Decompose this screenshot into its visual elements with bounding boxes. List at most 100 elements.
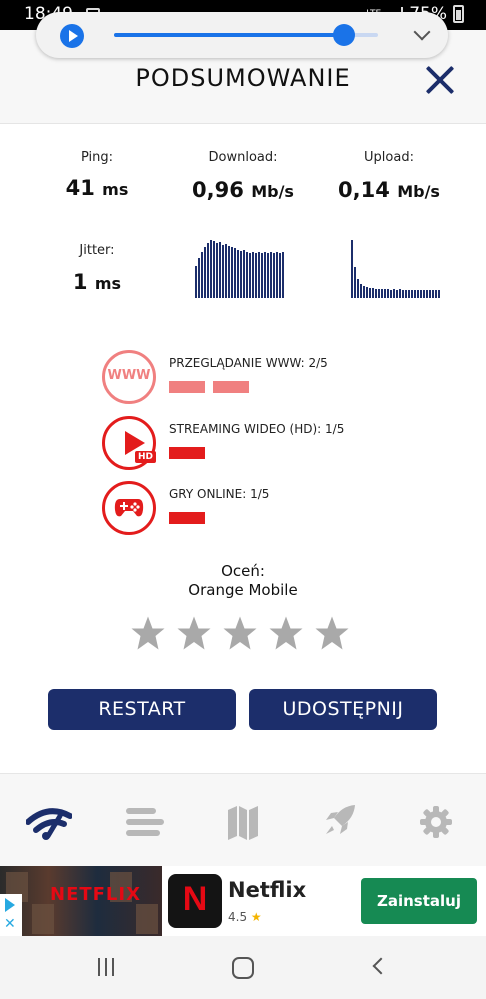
star-icon[interactable] [130, 615, 166, 651]
graph-bar [378, 288, 380, 298]
graph-bar [204, 247, 206, 298]
ad-app-rating: 4.5 ★ [228, 910, 262, 924]
rating-stars [130, 615, 350, 651]
home-icon[interactable] [232, 957, 254, 979]
media-seek-slider[interactable] [114, 24, 378, 46]
quality-item-games: GRY ONLINE: 1/5 [102, 481, 402, 537]
star-icon[interactable] [314, 615, 350, 651]
graph-bar [273, 252, 275, 298]
share-button[interactable]: UDOSTĘPNIJ [249, 689, 437, 730]
graph-bar [417, 289, 419, 298]
graph-bar [360, 283, 362, 298]
quality-score-bar [169, 512, 205, 524]
page-title: PODSUMOWANIE [135, 64, 351, 92]
quality-score-bars [169, 512, 205, 524]
back-icon[interactable] [372, 957, 390, 975]
graph-bar [351, 240, 353, 298]
graph-bar [426, 289, 428, 298]
system-navigation-bar [0, 936, 486, 999]
graph-bar [420, 289, 422, 298]
jitter-label: Jitter: [79, 243, 115, 258]
graph-bar [405, 289, 407, 298]
upload-unit: Mb/s [397, 182, 440, 201]
chevron-down-icon[interactable] [413, 23, 431, 41]
graph-bar [201, 251, 203, 298]
netflix-logo: N [168, 874, 222, 928]
operator-name: Orange Mobile [188, 581, 298, 599]
graph-bar [384, 288, 386, 298]
ad-app-name: Netflix [228, 878, 307, 902]
graph-bar [216, 243, 218, 298]
recents-icon[interactable] [98, 958, 114, 976]
download-label: Download: [208, 150, 278, 165]
graph-bar [369, 287, 371, 298]
graph-bar [210, 240, 212, 298]
ad-image-title: NETFLIX [50, 884, 141, 905]
close-icon[interactable] [420, 60, 460, 100]
gamepad-icon [102, 481, 156, 535]
ping-value: 41 ms [17, 176, 177, 200]
upload-speed-graph [351, 240, 440, 298]
graph-bar [276, 251, 278, 298]
quality-label: GRY ONLINE: 1/5 [169, 487, 270, 501]
map-icon[interactable] [226, 802, 270, 842]
graph-bar [423, 289, 425, 298]
graph-bar [213, 241, 215, 298]
ad-close-icon[interactable]: ✕ [4, 916, 16, 932]
ad-banner[interactable]: NETFLIX ✕ N Netflix 4.5 ★ Zainstaluj [0, 866, 486, 936]
graph-bar [255, 252, 257, 298]
graph-bar [228, 246, 230, 298]
graph-bar [231, 247, 233, 298]
install-button[interactable]: Zainstaluj [361, 878, 477, 924]
star-icon[interactable] [222, 615, 258, 651]
quality-score-bar [213, 381, 249, 393]
graph-bar [252, 251, 254, 298]
media-seek-thumb[interactable] [332, 24, 355, 46]
battery-icon [453, 5, 464, 23]
ping-number: 41 [65, 176, 95, 200]
graph-bar [270, 251, 272, 298]
graph-bar [366, 286, 368, 298]
graph-bar [222, 245, 224, 298]
graph-bar [246, 251, 248, 298]
media-seek-fill [114, 33, 344, 37]
upload-number: 0,14 [338, 178, 390, 202]
speedtest-icon[interactable] [25, 802, 73, 842]
history-list-icon[interactable] [124, 802, 168, 842]
graph-bar [237, 249, 239, 298]
graph-bar [396, 289, 398, 298]
jitter-value: 1 ms [17, 270, 177, 294]
adchoices-icon[interactable]: ✕ [0, 894, 22, 936]
star-icon[interactable] [176, 615, 212, 651]
gear-icon[interactable] [418, 802, 462, 842]
quality-item-video: HD STREAMING WIDEO (HD): 1/5 [102, 416, 402, 472]
video-play-icon: HD [102, 416, 157, 470]
graph-bar [282, 251, 284, 298]
graph-bar [243, 249, 245, 298]
graph-bar [402, 289, 404, 298]
restart-button[interactable]: RESTART [48, 689, 236, 730]
graph-bar [258, 251, 260, 298]
download-number: 0,96 [192, 178, 244, 202]
quality-item-www: WWW PRZEGLĄDANIE WWW: 2/5 [102, 350, 402, 406]
graph-bar [207, 243, 209, 298]
graph-bar [408, 289, 410, 298]
upload-value: 0,14 Mb/s [309, 178, 469, 202]
ad-image[interactable]: NETFLIX [0, 866, 162, 936]
quality-label: STREAMING WIDEO (HD): 1/5 [169, 422, 345, 436]
graph-bar [240, 250, 242, 298]
graph-bar [432, 289, 434, 298]
graph-bar [267, 252, 269, 298]
graph-bar [279, 252, 281, 298]
quality-score-bars [169, 447, 205, 459]
download-unit: Mb/s [251, 182, 294, 201]
download-speed-graph [195, 240, 284, 298]
rocket-icon[interactable] [322, 802, 366, 842]
play-icon[interactable] [60, 24, 84, 48]
graph-bar [195, 266, 197, 298]
graph-bar [264, 251, 266, 298]
ping-label: Ping: [80, 150, 114, 165]
media-player-overlay [36, 12, 448, 58]
graph-bar [354, 266, 356, 298]
star-icon[interactable] [268, 615, 304, 651]
